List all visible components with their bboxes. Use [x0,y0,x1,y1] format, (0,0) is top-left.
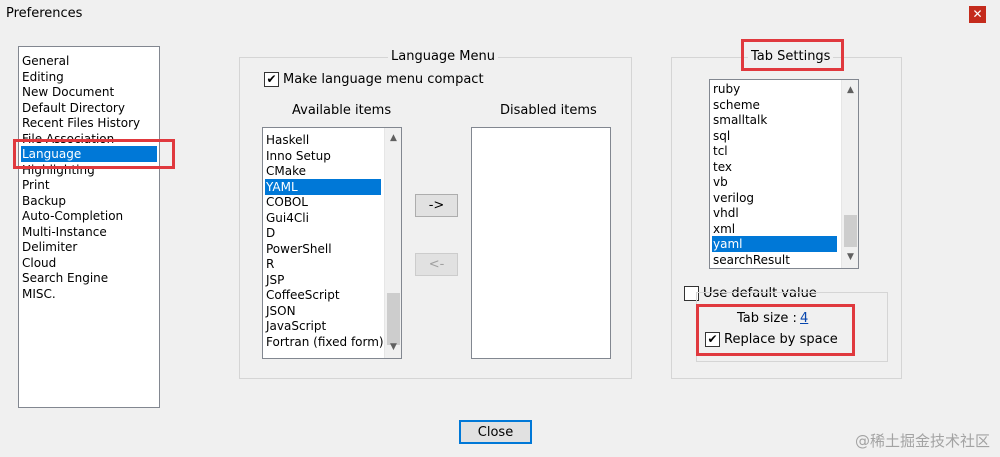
list-item[interactable]: xml [712,221,737,237]
available-items-scrollbar[interactable]: ▲ ▼ [384,128,401,358]
list-item[interactable]: vhdl [712,205,741,221]
list-item[interactable]: PowerShell [265,241,334,257]
tab-language-scrollbar[interactable]: ▲ ▼ [841,80,858,268]
tab-options-group [696,292,888,362]
list-item[interactable]: New Document [21,84,116,100]
list-item[interactable]: vb [712,174,730,190]
list-item[interactable]: Haskell [265,132,311,148]
window-title: Preferences [6,6,83,21]
move-to-available-button[interactable]: <- [415,253,458,276]
close-button[interactable]: Close [459,420,532,444]
compact-menu-label: Make language menu compact [283,72,484,87]
scroll-up-icon[interactable]: ▲ [842,82,858,99]
tab-size-value[interactable]: 4 [800,311,808,326]
list-item[interactable]: Language [21,146,157,162]
list-item[interactable]: tcl [712,143,730,159]
list-item[interactable]: General [21,53,71,69]
scroll-thumb[interactable] [387,293,400,345]
list-item[interactable]: Inno Setup [265,148,333,164]
scroll-down-icon[interactable]: ▼ [842,249,858,266]
scroll-up-icon[interactable]: ▲ [385,130,401,147]
list-item[interactable]: R [265,256,276,272]
list-item[interactable]: Backup [21,193,68,209]
tab-language-list[interactable]: ▲ ▼ ruby scheme smalltalk sql tcl tex vb verilo… [709,79,859,269]
list-item[interactable]: Multi-Instance [21,224,109,240]
list-item[interactable]: CoffeeScript [265,287,342,303]
list-item[interactable]: MISC. [21,286,58,302]
list-item[interactable]: Fortran (fixed form) [265,334,386,350]
list-item[interactable]: verilog [712,190,756,206]
replace-by-space-label: Replace by space [724,332,838,347]
list-item[interactable]: File Association [21,131,116,147]
list-item[interactable]: Gui4Cli [265,210,311,226]
title-bar: Preferences ✕ [0,0,1000,30]
tab-size-label: Tab size : [737,311,797,326]
scroll-thumb[interactable] [844,215,857,247]
list-item[interactable]: Print [21,177,52,193]
list-item[interactable]: COBOL [265,194,310,210]
list-item[interactable]: D [265,225,277,241]
disabled-items-list[interactable] [471,127,611,359]
available-items-list[interactable]: ▲ ▼ Haskell Inno Setup CMake YAML COBOL Gui4C… [262,127,402,359]
list-item[interactable]: searchResult [712,252,792,268]
list-item[interactable]: smalltalk [712,112,769,128]
watermark-text: @稀土掘金技术社区 [854,432,990,450]
close-icon[interactable]: ✕ [969,6,986,23]
list-item[interactable]: Recent Files History [21,115,142,131]
list-item[interactable]: JSON [265,303,298,319]
list-item[interactable]: JavaScript [265,318,328,334]
list-item[interactable]: Delimiter [21,239,79,255]
list-item[interactable]: Cloud [21,255,58,271]
disabled-items-header: Disabled items [500,103,597,118]
replace-by-space-checkbox[interactable]: ✔ [705,332,720,347]
language-menu-title: Language Menu [388,50,498,64]
list-item[interactable]: sql [712,128,732,144]
preference-category-list[interactable]: General Editing New Document Default Direct… [18,46,160,408]
compact-menu-checkbox[interactable]: ✔ [264,72,279,87]
list-item[interactable]: Default Directory [21,100,127,116]
list-item[interactable]: Editing [21,69,66,85]
list-item[interactable]: JSP [265,272,286,288]
list-item[interactable]: ruby [712,81,742,97]
scroll-down-icon[interactable]: ▼ [385,339,401,356]
list-item[interactable]: YAML [265,178,381,195]
list-item[interactable]: yaml [712,236,837,252]
list-item[interactable]: scheme [712,97,762,113]
available-items-header: Available items [292,103,392,118]
tab-settings-title: Tab Settings [748,50,834,64]
list-item[interactable]: Search Engine [21,270,110,286]
list-item[interactable]: Auto-Completion [21,208,125,224]
list-item[interactable]: CMake [265,163,308,179]
list-item[interactable]: Highlighting [21,162,97,178]
move-to-disabled-button[interactable]: -> [415,194,458,217]
list-item[interactable]: tex [712,159,734,175]
